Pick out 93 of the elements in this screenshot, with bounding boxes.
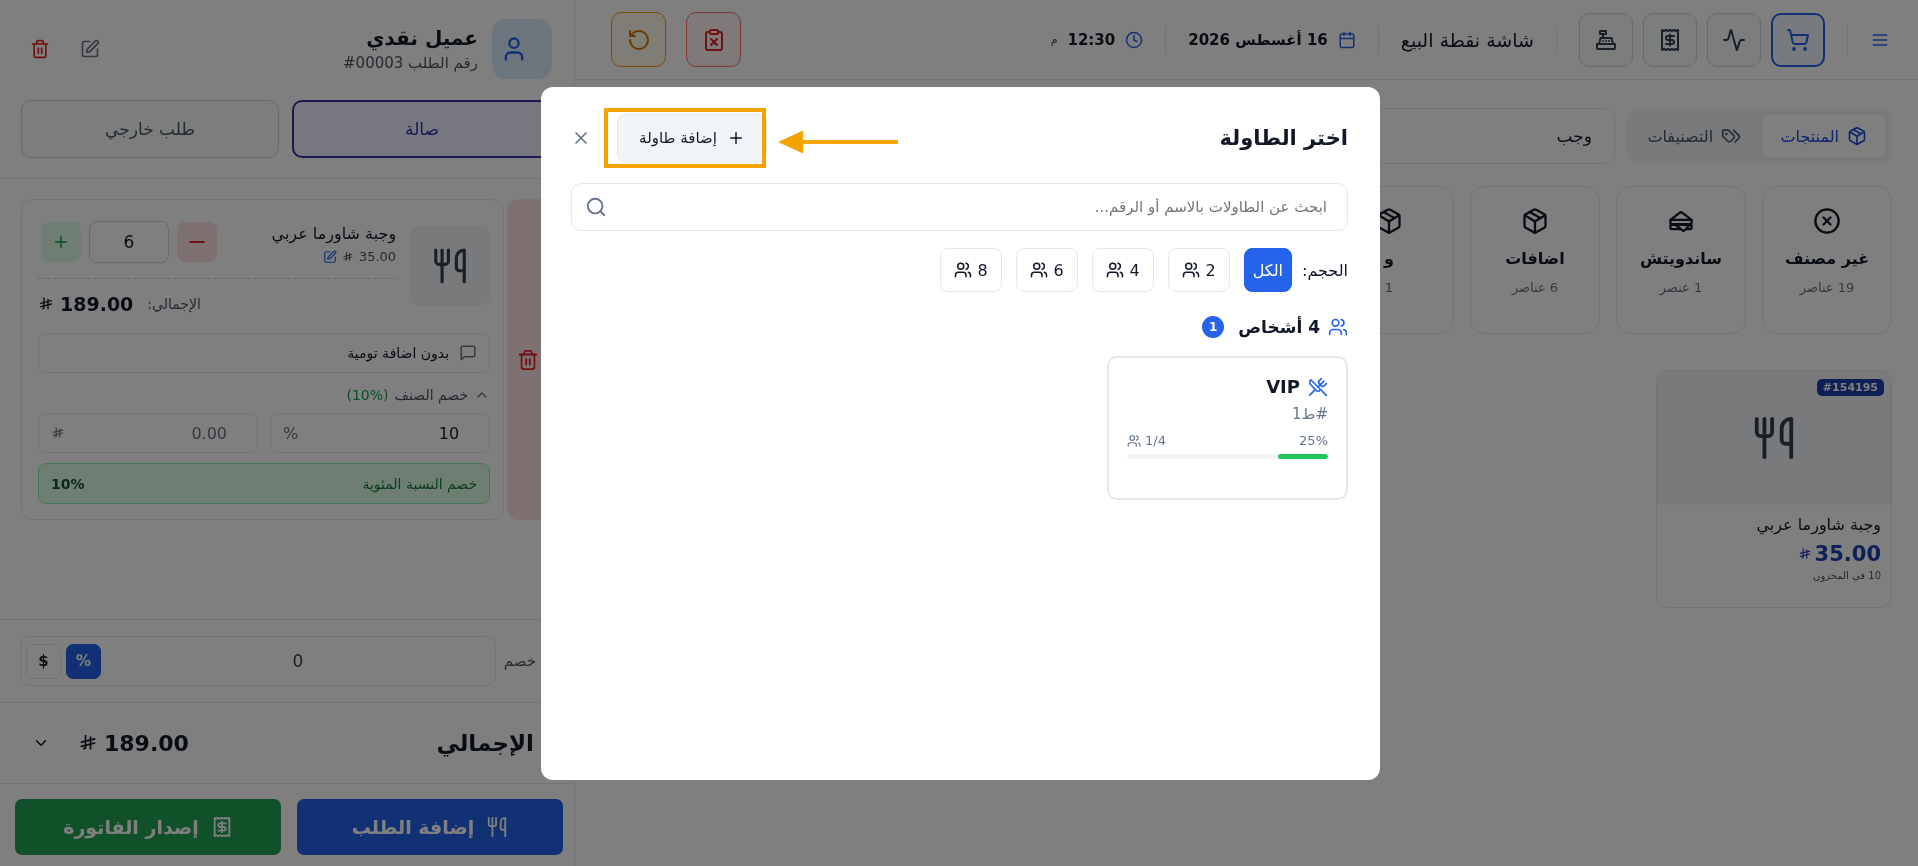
total-label: الإجمالي [436,730,534,756]
people-icon [1105,261,1124,279]
count-badge: 1 [1202,316,1225,338]
search-icon [585,196,607,218]
table-code: 1ط# [1291,405,1328,423]
discount-mode-button[interactable]: $ [26,643,61,679]
action-button[interactable]: إضافة الطلب [297,799,563,855]
product-name: وجبة شاورما عربي [1755,515,1881,534]
product-price: 35.00 [1814,542,1881,566]
pulse-icon [1722,27,1746,52]
cart-icon [1786,27,1810,52]
line-total: 189.00 [60,293,134,315]
category-count: 6 عناصر [1511,280,1559,295]
category-name: غير مصنف [1784,249,1870,268]
currency-icon [38,296,54,312]
discount-label: خصم [503,652,536,670]
clock-icon [1125,30,1144,49]
quantity-field[interactable]: 6 [89,221,169,263]
discount-field[interactable]: 0 % $ [20,636,496,686]
x-circle-icon [1813,207,1841,235]
utensils-crossed-icon [1308,376,1328,397]
view-tab[interactable]: التصنيفات [1632,113,1757,159]
size-filter-chip[interactable]: 4 [1091,248,1154,292]
percent-field[interactable]: 10 % [270,413,491,453]
item-discount-title: خصم الصنف [394,387,469,403]
table-name: VIP [1266,376,1300,397]
comment-icon [459,344,478,362]
trash-icon [517,348,540,371]
utensils-icon [486,816,509,838]
total-value: 189.00 [104,730,189,756]
category-card[interactable]: ساندويتش 1 عنصر [1616,186,1746,334]
currency-icon [78,733,98,753]
time-suffix: م [1050,33,1058,46]
rotate-icon [626,27,651,52]
view-tab[interactable]: المنتجات [1760,113,1887,159]
people-icon [1127,433,1141,448]
note-text: بدون اضافة تومية [347,345,450,361]
item-price: 35.00 [358,249,397,264]
order-number: رقم الطلب 00003# [343,54,478,72]
currency-icon [1797,547,1812,561]
box-icon [1847,126,1867,146]
receipt-icon [1658,27,1682,52]
currency-icon [51,426,65,440]
group-title: 4 أشخاص [1238,317,1320,337]
add-table-button[interactable]: إضافة طاولة [617,114,767,162]
category-count: 1 عنصر [1659,280,1703,295]
discount-summary-value: 10% [51,475,85,492]
size-filter-chip[interactable]: الكل [1243,248,1292,292]
stock-text: 10 في المخزون [1812,570,1881,581]
note-field[interactable]: بدون اضافة تومية [38,333,491,373]
toolbar-button[interactable] [1771,12,1825,67]
currency-icon [341,250,354,263]
date-text: 16 أغسطس 2026 [1188,30,1328,49]
category-card[interactable]: غير مصنف 19 عناصر [1762,186,1892,334]
dialog-title: اختر الطاولة [1219,126,1348,150]
size-filter-chip[interactable]: 8 [939,248,1002,292]
edit-icon[interactable] [322,249,337,264]
plus-icon [52,233,70,251]
discount-mode-button[interactable]: % [66,643,101,679]
people-icon [1029,261,1048,279]
cash-register-icon [1594,27,1618,52]
product-code-badge: #154195 [1816,379,1884,396]
trash-icon[interactable] [30,39,50,59]
amount-field[interactable]: 0.00 [38,413,259,453]
category-name: اضافات [1505,249,1565,268]
minus-icon [189,241,205,243]
category-name: و [1384,249,1394,268]
screen-title: شاشة نقطة البيع [1400,28,1534,51]
category-count: 19 عناصر [1799,280,1855,295]
people-icon [953,261,972,279]
calendar-icon [1337,30,1356,49]
increase-button[interactable] [41,222,81,262]
people-icon [1181,261,1200,279]
item-discount-rate: (10%) [346,387,389,403]
size-filter-chip[interactable]: 2 [1167,248,1230,292]
occupancy-percent: 25% [1299,433,1328,448]
seat-count: 1/4 [1145,433,1166,448]
size-filter-chip[interactable]: 6 [1015,248,1078,292]
item-name: وجبة شاورما عربي [271,224,397,243]
discount-summary-label: خصم النسبة المئوية [362,475,478,492]
category-card[interactable]: اضافات 6 عناصر [1470,186,1600,334]
box-icon [1521,207,1549,235]
tags-icon [1721,126,1742,146]
category-count: 1 [1384,280,1394,295]
edit-icon[interactable] [80,39,100,59]
time-text: 12:30 [1067,30,1116,49]
people-icon [1328,317,1348,337]
customer-name: عميل نقدي [365,26,478,50]
reset-button[interactable] [611,12,666,67]
clear-button[interactable] [686,12,741,67]
order-type-tab[interactable]: طلب خارجي [21,100,279,158]
category-name: ساندويتش [1639,249,1723,268]
line-total-label: الإجمالي: [147,296,201,312]
